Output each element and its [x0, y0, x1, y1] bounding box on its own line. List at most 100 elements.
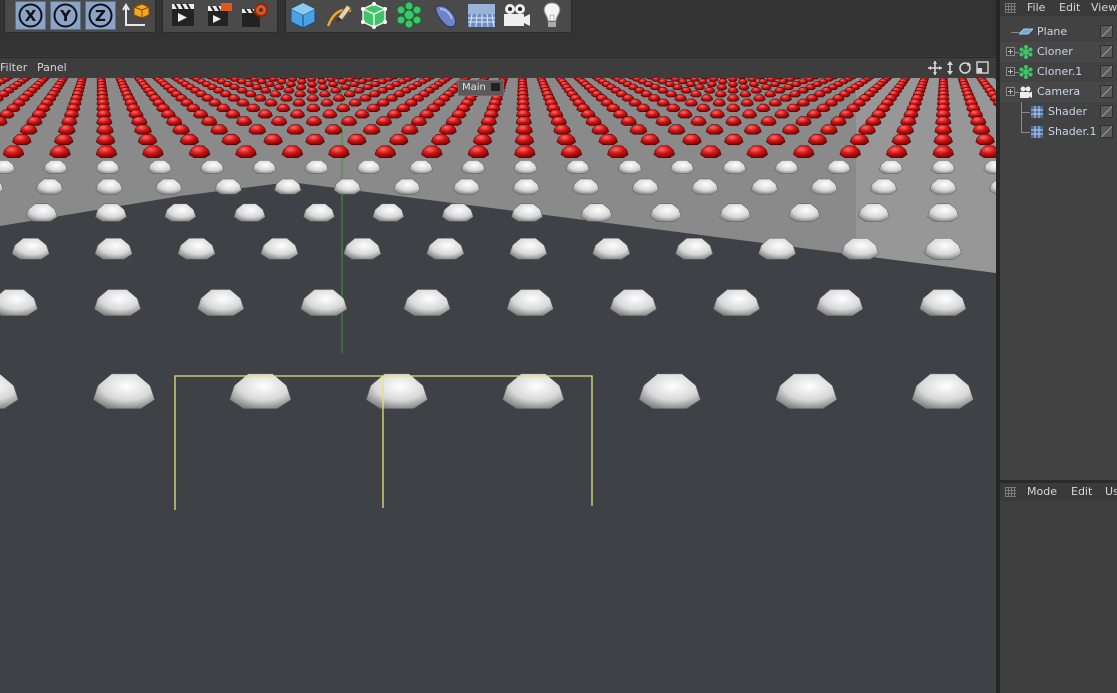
expand-toggle-cloner[interactable] [1006, 47, 1015, 56]
object-label-plane: Plane [1037, 25, 1068, 38]
z-axis-lock-icon: Z [95, 7, 106, 25]
cloner-button[interactable] [394, 1, 425, 30]
viewport-menu-panel[interactable]: Panel [37, 61, 67, 74]
object-tag-cloner[interactable] [1100, 45, 1113, 58]
view-label[interactable]: Main [458, 80, 505, 96]
floor-plane-button[interactable] [466, 1, 497, 30]
shader-icon [1031, 106, 1043, 118]
cloner-icon [1019, 45, 1033, 59]
subdivision-surface-button[interactable] [359, 1, 390, 30]
3d-viewport[interactable]: Main [0, 78, 996, 693]
render-view-button[interactable] [167, 1, 198, 30]
coordinate-system-button[interactable] [121, 1, 152, 30]
maximize-view-icon[interactable] [976, 61, 989, 74]
object-menu-file[interactable]: File [1027, 1, 1045, 14]
object-tag-cloner-1[interactable] [1100, 65, 1113, 78]
red-dome-clone [747, 78, 757, 82]
attribute-manager: Mode Edit Us [1000, 483, 1117, 693]
pen-spline-button[interactable] [324, 1, 355, 30]
red-dome-clone [326, 78, 336, 82]
object-label-camera: Camera [1037, 85, 1081, 98]
cube-primitive-button[interactable] [288, 1, 319, 30]
shader-icon [1031, 126, 1043, 138]
red-dome-clone [345, 78, 355, 82]
coordinate-system-icon [122, 3, 150, 26]
expand-toggle-cloner-1[interactable] [1006, 67, 1015, 76]
panel-grip-icon[interactable] [1005, 3, 1016, 13]
attribute-menu-user-data[interactable]: Us [1105, 485, 1117, 498]
toolbar-group-objects [285, 0, 572, 33]
viewport-navigation [928, 61, 989, 75]
camera-icon [504, 4, 530, 26]
x-axis-lock-button[interactable]: X [15, 1, 46, 30]
x-axis-lock-icon: X [25, 7, 37, 25]
red-dome-clone [249, 78, 259, 82]
render-settings-button[interactable] [239, 1, 270, 30]
object-tag-plane[interactable] [1100, 25, 1113, 38]
red-dome-clone [709, 78, 719, 82]
object-tag-shader[interactable] [1100, 105, 1113, 118]
object-tag-camera[interactable] [1100, 85, 1113, 98]
z-axis-lock-button[interactable]: Z [85, 1, 116, 30]
object-row-shader[interactable]: Shader [1000, 102, 1117, 122]
object-label-shader-1: Shader.1 [1048, 125, 1097, 138]
render-picture-viewer-button[interactable] [203, 1, 234, 30]
expand-toggle-camera[interactable] [1006, 87, 1015, 96]
object-menu-view[interactable]: View [1091, 1, 1117, 14]
camera-icon [1020, 86, 1032, 98]
light-icon [543, 2, 561, 27]
object-manager-menubar: File Edit View [1000, 0, 1117, 16]
y-axis-lock-icon: Y [59, 7, 72, 25]
attribute-manager-menubar: Mode Edit Us [1000, 483, 1117, 501]
viewport-scene[interactable] [0, 78, 996, 693]
main-toolbar: X Y Z [0, 0, 998, 56]
red-dome-clone [307, 78, 317, 82]
red-dome-clone [689, 78, 700, 82]
render-picture-viewer-icon [208, 3, 232, 26]
red-dome-clone [268, 78, 279, 82]
object-row-cloner-1[interactable]: Cloner.1 [1000, 62, 1117, 82]
deformer-icon [435, 5, 457, 28]
view-label-text: Main [462, 82, 486, 93]
viewport-menu-filter[interactable]: Filter [0, 61, 27, 74]
toolbar-group-render [162, 0, 278, 33]
dolly-view-icon[interactable] [947, 61, 953, 75]
camera-button[interactable] [501, 1, 532, 30]
cloner-icon [1019, 65, 1033, 79]
panel-grip-icon[interactable] [1005, 487, 1016, 497]
rotate-view-icon[interactable] [959, 62, 971, 74]
attribute-menu-edit[interactable]: Edit [1071, 485, 1092, 498]
object-row-cloner[interactable]: Cloner [1000, 42, 1117, 62]
object-label-shader: Shader [1048, 105, 1087, 118]
plane-icon [1019, 28, 1033, 35]
object-label-cloner: Cloner [1037, 45, 1073, 58]
cube-primitive-icon [290, 2, 316, 29]
object-tag-shader-1[interactable] [1100, 125, 1113, 138]
object-row-plane[interactable]: Plane [1000, 22, 1117, 42]
red-dome-clone [728, 78, 738, 82]
viewport-menubar: Filter Panel [0, 57, 998, 78]
y-axis-lock-button[interactable]: Y [50, 1, 81, 30]
object-row-camera[interactable]: Camera [1000, 82, 1117, 102]
render-settings-icon [242, 3, 268, 27]
cloner-icon [396, 1, 422, 29]
red-dome-clone [766, 78, 776, 82]
light-button[interactable] [537, 1, 568, 30]
move-view-icon[interactable] [928, 61, 942, 75]
floor-plane-icon [468, 4, 495, 28]
view-camera-icon [491, 83, 501, 91]
object-row-shader-1[interactable]: Shader.1 [1000, 122, 1117, 142]
pen-spline-icon [326, 4, 352, 27]
subdivision-surface-icon [361, 2, 387, 29]
render-view-icon [172, 3, 194, 26]
attribute-menu-mode[interactable]: Mode [1027, 485, 1057, 498]
object-menu-edit[interactable]: Edit [1059, 1, 1080, 14]
red-dome-clone [288, 78, 298, 82]
floor-plane [0, 182, 996, 693]
red-dome-clone [670, 78, 681, 82]
toolbar-group-axes: X Y Z [4, 0, 156, 33]
red-dome-clone [785, 78, 795, 82]
object-label-cloner-1: Cloner.1 [1037, 65, 1083, 78]
object-manager: File Edit View Plane Cloner Cloner.1 Cam… [1000, 0, 1117, 480]
deformer-button[interactable] [430, 1, 461, 30]
